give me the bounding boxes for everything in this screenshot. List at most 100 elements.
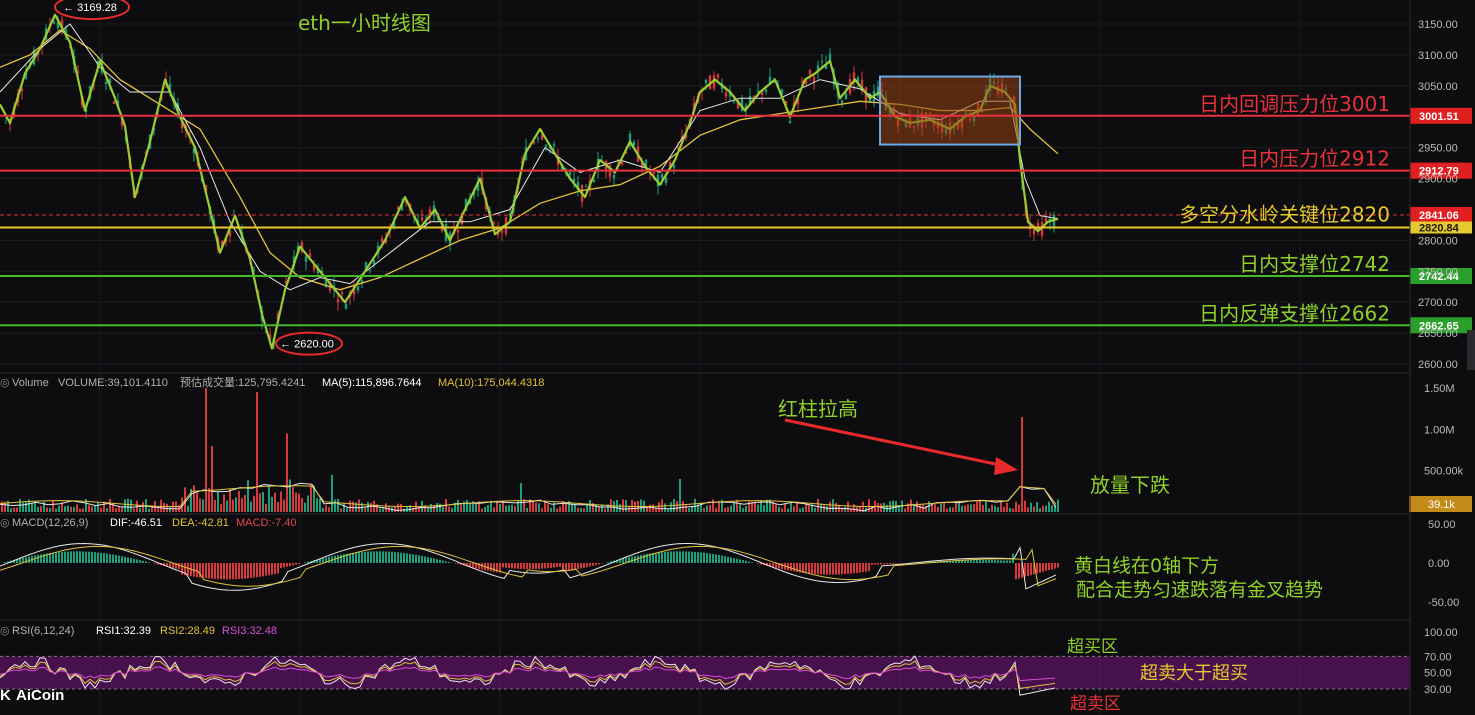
macd-bar	[55, 552, 57, 563]
eth-hourly-chart: 3001.51日内回调压力位30012912.79日内压力位29122841.0…	[0, 0, 1475, 715]
volume-bar	[1027, 507, 1029, 512]
macd-bar	[229, 563, 231, 580]
volume-bar	[1051, 505, 1053, 512]
macd-bar	[457, 563, 459, 565]
macd-bar	[397, 552, 399, 563]
volume-bar	[784, 504, 786, 512]
volume-bar	[484, 506, 486, 512]
macd-bar	[538, 563, 540, 569]
level-badge-label: 2820.84	[1419, 222, 1460, 234]
rsi-indicator-icon[interactable]: ◎	[0, 625, 10, 637]
volume-indicator-icon[interactable]: ◎	[0, 377, 10, 389]
annotation-red-bar: 红柱拉高	[778, 397, 858, 421]
candle-body	[664, 177, 668, 184]
macd-bar	[964, 560, 966, 563]
volume-bar	[277, 501, 279, 512]
macd-annotation-line-1: 黄白线在0轴下方	[1074, 555, 1219, 577]
macd-bar	[757, 563, 759, 564]
volume-bar	[100, 507, 102, 512]
macd-bar	[535, 563, 537, 569]
macd-bar	[265, 563, 267, 576]
macd-bar	[694, 551, 696, 563]
price-tick-label: 2600.00	[1418, 359, 1458, 371]
volume-bar	[37, 506, 39, 512]
volume-bar	[769, 499, 771, 512]
volume-bar	[238, 490, 240, 512]
axis-scrollbar[interactable]	[1467, 330, 1475, 370]
volume-bar	[829, 501, 831, 512]
volume-bar	[352, 501, 354, 512]
macd-bar	[292, 563, 294, 566]
macd-bar	[271, 563, 273, 575]
macd-bar	[571, 563, 573, 571]
volume-bar	[229, 489, 231, 512]
macd-bar	[118, 555, 120, 563]
rsi-tick-label: 70.00	[1424, 651, 1452, 663]
price-tick-label: 3050.00	[1418, 81, 1458, 93]
macd-bar	[703, 552, 705, 563]
volume-bar	[604, 508, 606, 512]
volume-bar	[343, 502, 345, 512]
macd-bar	[511, 563, 513, 569]
consolidation-box	[879, 75, 1021, 146]
macd-indicator-icon[interactable]: ◎	[0, 517, 10, 529]
volume-bar	[280, 491, 282, 512]
volume-bar	[469, 503, 471, 512]
volume-bar	[1012, 508, 1014, 512]
macd-bar	[721, 555, 723, 563]
volume-bar	[457, 500, 459, 512]
candle-body	[808, 69, 812, 75]
candle-body	[764, 89, 768, 92]
macd-bar	[598, 563, 600, 565]
level-caption: 日内支撑位2742	[1239, 252, 1390, 276]
macd-bar	[187, 563, 189, 576]
volume-bar	[226, 500, 228, 512]
macd-bar	[1051, 563, 1053, 570]
macd-bar	[589, 563, 591, 567]
volume-bar	[205, 388, 207, 512]
candle-body	[500, 230, 504, 233]
volume-bar	[730, 505, 732, 512]
candle-body	[672, 165, 676, 168]
macd-bar	[1042, 563, 1044, 572]
macd-bar	[856, 563, 858, 573]
macd-bar	[700, 552, 702, 563]
candle-body	[112, 101, 116, 104]
volume-bar	[1048, 501, 1050, 512]
volume-bar	[541, 508, 543, 512]
macd-bar	[79, 551, 81, 563]
volume-bar	[589, 500, 591, 512]
macd-bar	[211, 563, 213, 579]
volume-bar	[187, 505, 189, 512]
volume-bar	[124, 499, 126, 512]
macd-bar	[805, 563, 807, 574]
candle-body	[844, 93, 848, 100]
macd-bar	[685, 551, 687, 563]
rsi-2: RSI2:28.49	[160, 625, 215, 637]
macd-bar	[595, 563, 597, 565]
macd-bar	[250, 563, 252, 578]
macd-bar	[808, 563, 810, 574]
candle-body	[820, 60, 824, 62]
macd-bar	[433, 558, 435, 563]
macd-bar	[550, 563, 552, 568]
volume-bar	[40, 506, 42, 512]
volume-bar	[1030, 502, 1032, 512]
rsi-3: RSI3:32.48	[222, 625, 277, 637]
macd-bar	[304, 562, 306, 563]
macd-bar	[580, 563, 582, 569]
macd-bar	[373, 551, 375, 563]
macd-bar	[529, 563, 531, 570]
macd-bar	[280, 563, 282, 569]
macd-bar	[424, 556, 426, 563]
macd-bar	[136, 559, 138, 563]
macd-annotation-line-2: 配合走势匀速跌落有金叉趋势	[1076, 579, 1323, 601]
macd-bar	[259, 563, 261, 577]
macd-bar	[262, 563, 264, 577]
volume-bar	[325, 505, 327, 512]
rsi-overbought-label: 超买区	[1067, 637, 1118, 657]
macd-bar	[67, 551, 69, 563]
macd-bar	[982, 560, 984, 563]
candle-body	[584, 186, 588, 188]
macd-bar	[1027, 563, 1029, 577]
